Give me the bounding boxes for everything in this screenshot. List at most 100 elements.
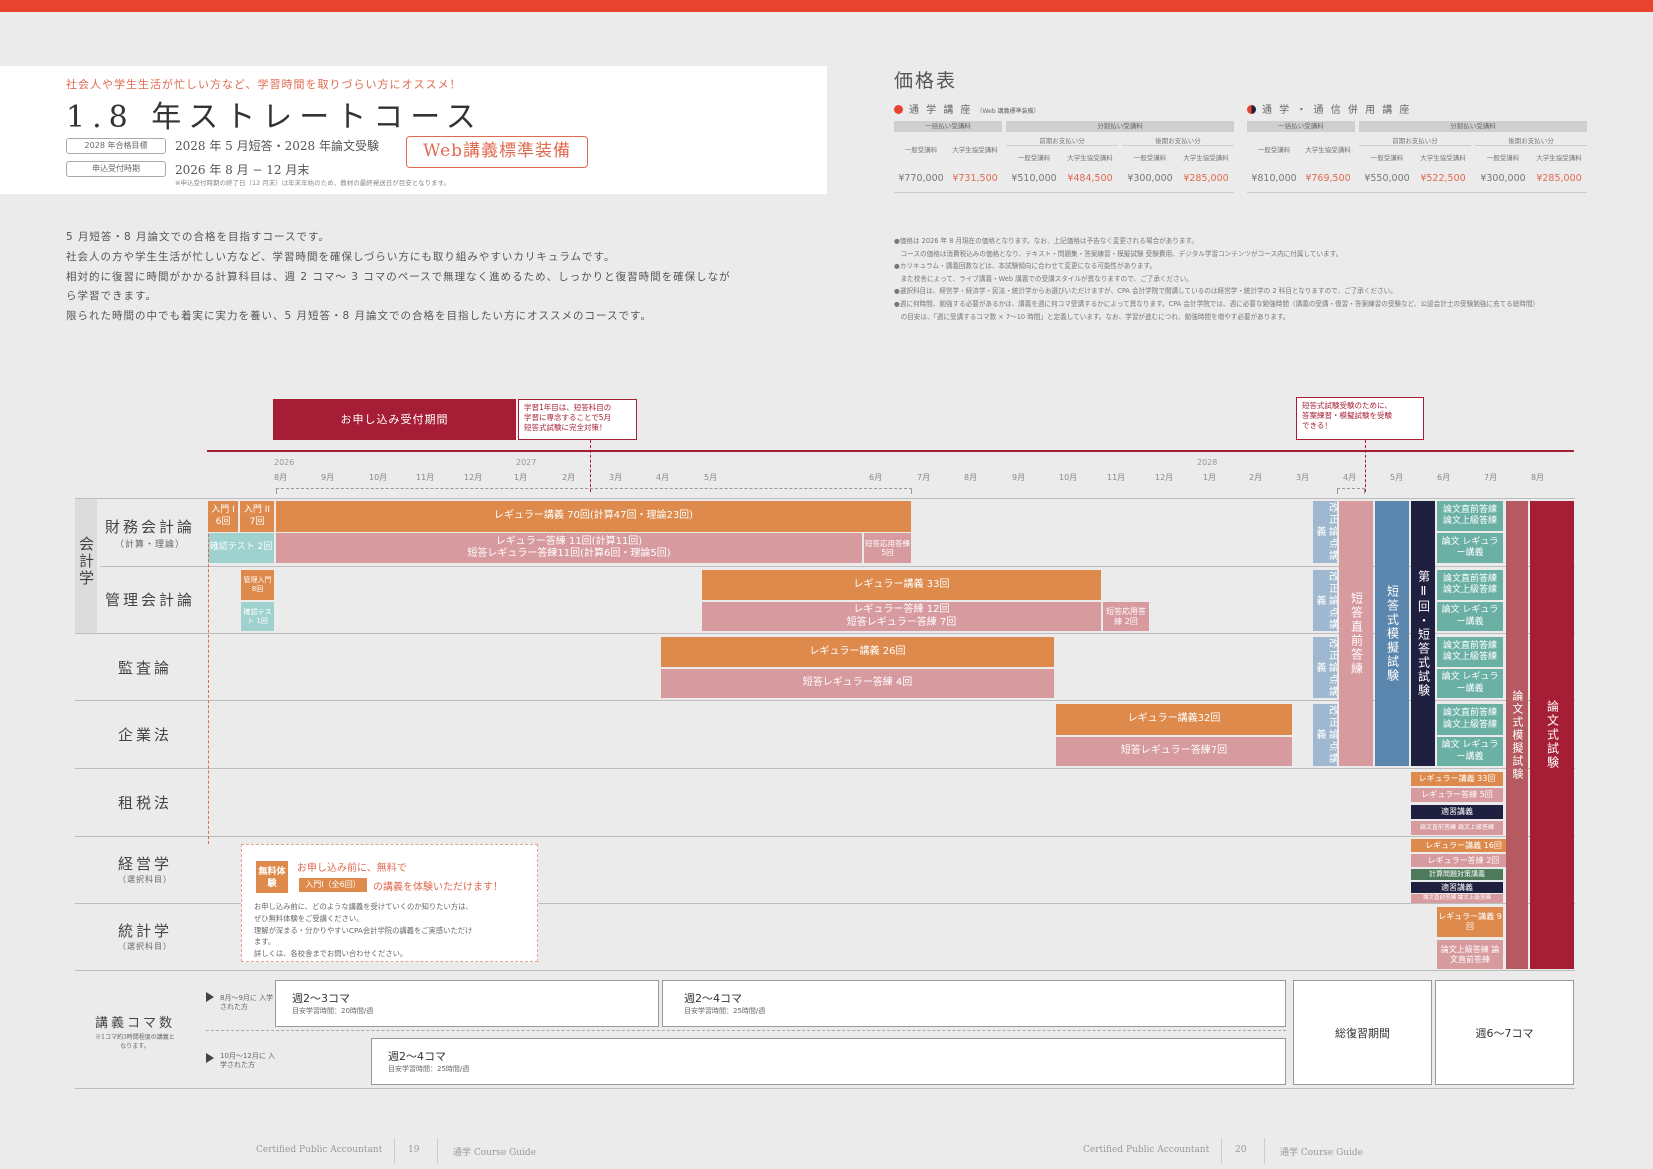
koma-review: 総復習期間 (1293, 980, 1432, 1085)
row-koma: 講義コマ数 ※1コマ約3時間程度の講義となります。 (94, 1016, 175, 1050)
callout-short-exam: 短答式試験受験のために、 答案練習・模擬試験を受験 できる！ (1296, 397, 1424, 440)
price-value: ¥285,000 (1536, 173, 1582, 184)
bar-fin-intro2: 入門 II 7回 (240, 501, 274, 532)
bar-mgmt-intro: 管理入門 8回 (241, 570, 274, 600)
month-label: 3月 (609, 473, 623, 482)
price-left-heading: 通 学 講 座（Web 講義標準装備） (894, 101, 1040, 116)
price-notes: ●価格は 2026 年 8 月現在の価格となります。なお、上記価格は予告なく変更… (894, 235, 1594, 323)
dot-icon (1247, 105, 1256, 114)
month-label: 4月 (656, 473, 670, 482)
month-label: 8月 (1531, 473, 1545, 482)
koma-final: 週6〜7コマ (1435, 980, 1574, 1085)
target-value: 2028 年 5 月短答・2028 年論文受験 (175, 139, 379, 153)
price-value: ¥484,500 (1067, 173, 1113, 184)
month-label: 7月 (1484, 473, 1498, 482)
footer-right-guide: 通学 Course Guide (1280, 1148, 1364, 1158)
target-label: 2028 年合格目標 (66, 138, 166, 154)
tagline: 社会人や学生生活が忙しい方など、学習時間を取りづらい方にオススメ！ (66, 78, 462, 91)
desc-line: 社会人の方や学生生活が忙しい方など、学習時間を確保しづらい方にも取り組みやすいカ… (66, 250, 616, 263)
footer-right-page: 20 (1235, 1145, 1247, 1155)
year-label: 2027 (516, 458, 537, 467)
month-label: 6月 (1437, 473, 1451, 482)
bar-fin-regular: レギュラー講義 70回(計算47回・理論23回) (276, 501, 911, 532)
bar-ronbun-exam: 論文式試験 (1530, 501, 1574, 969)
bar-bus-ronbun: 論文直前答練 論文上級答練 (1411, 894, 1503, 903)
bar-revision: 改正論点講義 (1313, 637, 1337, 698)
row-management: 管理会計論 (104, 591, 195, 609)
bar-tax-exercise: 適習講義 (1411, 805, 1503, 819)
bar-revision: 改正論点講義 (1313, 501, 1337, 563)
price-right-heading: 通 学 ・ 通 信 併 用 講 座 (1247, 101, 1411, 116)
bar-bus-answers: レギュラー答練 2回 (1411, 854, 1516, 867)
bar-audit-answers: 短答レギュラー答練 4回 (661, 669, 1054, 698)
month-label: 5月 (704, 473, 718, 482)
bar-mgmt-regular: レギュラー講義 33回 (702, 570, 1101, 600)
free-trial-line2: の講義を体験いただけます！ (373, 882, 503, 893)
apply-label: 申込受付時期 (66, 161, 166, 177)
row-financial: 財務会計論 （計算・理論） (104, 518, 195, 550)
row-corporate: 企業法 (117, 726, 172, 744)
bar-mgmt-app: 短答応用答練 2回 (1103, 602, 1149, 631)
bar-mgmt-answers: レギュラー答練 12回 短答レギュラー答練 7回 (702, 602, 1101, 631)
bar-ronbun-prep: 論文直前答練 論文上級答練 (1437, 501, 1503, 531)
play-icon (206, 992, 214, 1002)
year-label: 2026 (274, 458, 295, 467)
note-line: ●カリキュラム・講義回数などは、本試験傾向に合わせて変更になる可能性があります。 (894, 262, 1157, 271)
month-label: 9月 (321, 473, 335, 482)
bar-mgmt-check: 確認テスト 1回 (241, 602, 274, 631)
bar-ronbun-prep: 論文直前答練 論文上級答練 (1437, 637, 1503, 667)
note-line: ●週に何時間、勉強する必要があるかは、講義を週に何コマ受講するかによって異なりま… (894, 299, 1540, 308)
month-label: 10月 (1059, 473, 1078, 482)
koma-cell-2: 週2〜4コマ 目安学習時間：25時間/週 (662, 980, 1286, 1027)
price-title: 価格表 (894, 70, 958, 92)
bar-revision: 改正論点講義 (1313, 704, 1337, 766)
price-value: ¥300,000 (1480, 173, 1526, 184)
row-audit: 監査論 (117, 659, 172, 677)
timeline-axis (207, 450, 1574, 452)
price-value: ¥300,000 (1127, 173, 1173, 184)
play-icon (206, 1053, 214, 1063)
apply-note: ※申込受付時期の終了日（12 月末）は年末年始のため、教材の最終発送日が目安とな… (175, 179, 450, 187)
web-badge: Web講義標準装備 (406, 136, 588, 168)
price-value: ¥522,500 (1420, 173, 1466, 184)
koma-cell-1: 週2〜3コマ 目安学習時間：20時間/週 (275, 980, 659, 1027)
row-tax: 租税法 (117, 794, 172, 812)
dot-icon (894, 105, 903, 114)
bar-mock: 短答式模擬試験 (1375, 501, 1409, 766)
bar-ronbun-prep: 論文直前答練 論文上級答練 (1437, 570, 1503, 600)
price-value: ¥810,000 (1251, 173, 1297, 184)
free-trial-pill: 入門Ⅰ（全6回） (299, 878, 367, 892)
koma-row2-label: 10月〜12月に 入学された方 (220, 1052, 276, 1069)
month-label: 6月 (869, 473, 883, 482)
note-line: また校舎によって、ライブ講義・Web 講義での受講スタイルが異なりますので、ご了… (894, 274, 1193, 283)
bar-stat-advanced: 論文上級答練 論文直前答練 (1437, 940, 1503, 969)
free-trial-line1: お申し込み前に、無料で (297, 863, 407, 874)
top-accent-bar (0, 0, 1653, 12)
row-stats: 統計学 （選択科目） (117, 922, 172, 951)
free-trial-body: お申し込み前に、どのような講義を受けていくのか知りたい方は、 ぜひ無料体験をご受… (254, 902, 473, 959)
note-line: の目安は、「週に受講するコマ数 × 7〜10 時間」と定義しています。なお、学習… (894, 312, 1290, 321)
month-label: 10月 (369, 473, 388, 482)
callout-year1: 学習1年目は、短答科目の 学習に専念することで5月 短答式試験に完全対策！ (518, 399, 637, 440)
month-label: 8月 (274, 473, 288, 482)
bar-ronbun-mock: 論文式模擬試験 (1506, 501, 1528, 969)
month-label: 12月 (1155, 473, 1174, 482)
price-value: ¥285,000 (1183, 173, 1229, 184)
bar-ronbun-regular: 論文 レギュラー講義 (1437, 533, 1503, 563)
course-description: 5 月短答・8 月論文での合格を目指すコースです。 社会人の方や学生生活が忙しい… (66, 228, 786, 327)
course-title: 1.8 年ストレートコース (66, 100, 483, 135)
desc-line: 限られた時間の中でも着実に実力を養い、5 月短答・8 月論文での合格を目指したい… (66, 310, 652, 323)
month-label: 8月 (964, 473, 978, 482)
apply-period-bar: お申し込み受付期間 (273, 399, 516, 440)
bar-audit-regular: レギュラー講義 26回 (661, 637, 1054, 667)
month-label: 9月 (1012, 473, 1026, 482)
month-label: 2月 (562, 473, 576, 482)
bar-fin-short-app: 短答応用答練 5回 (864, 533, 911, 563)
footer-left-page: 19 (408, 1145, 420, 1155)
month-label: 7月 (917, 473, 931, 482)
bar-bus-regular: レギュラー講義 16回 (1411, 839, 1516, 852)
free-trial-box: 無料体験 お申し込み前に、無料で 入門Ⅰ（全6回） の講義を体験いただけます！ … (241, 844, 538, 962)
bar-ronbun-regular: 論文 レギュラー講義 (1437, 602, 1503, 631)
month-label: 11月 (1107, 473, 1126, 482)
month-label: 4月 (1343, 473, 1357, 482)
